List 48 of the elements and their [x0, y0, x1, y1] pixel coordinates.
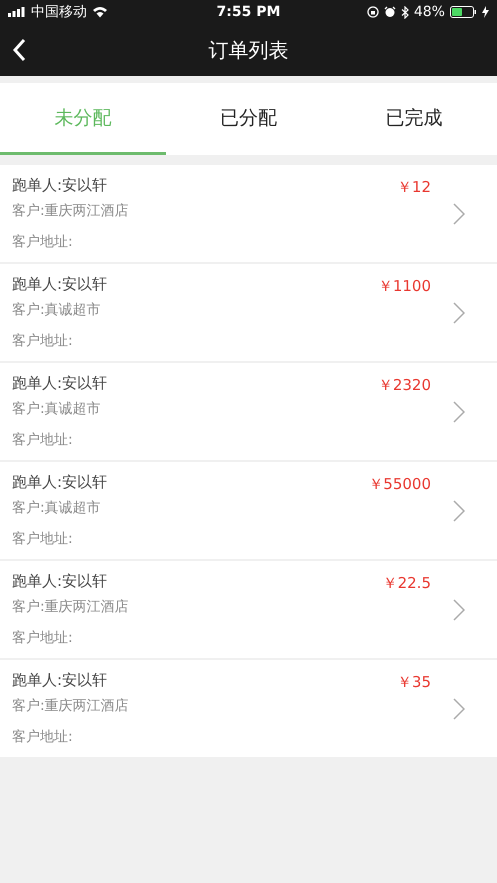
- rotation-lock-icon: [366, 6, 379, 18]
- battery-icon: [450, 6, 477, 18]
- page-title: 订单列表: [208, 36, 288, 64]
- chevron-icon: [453, 400, 465, 422]
- order-card[interactable]: 跑单人:安以轩 客户:真诚超市 客户地址: ￥55000: [0, 462, 497, 559]
- alarm-icon: [384, 6, 396, 18]
- runner-name: 跑单人:安以轩: [12, 275, 108, 294]
- order-price: ￥55000: [368, 475, 431, 494]
- order-price: ￥12: [396, 178, 431, 197]
- order-price: ￥22.5: [382, 574, 431, 593]
- battery-percent: 48%: [414, 4, 445, 20]
- bluetooth-icon: [400, 6, 409, 18]
- chevron-icon: [453, 598, 465, 620]
- chevron-icon: [453, 698, 465, 720]
- customer-name: 客户:重庆两江酒店: [12, 697, 129, 715]
- runner-name: 跑单人:安以轩: [12, 572, 108, 591]
- customer-address: 客户地址:: [12, 431, 73, 449]
- wifi-icon: [92, 6, 108, 18]
- chevron-icon: [453, 202, 465, 224]
- runner-name: 跑单人:安以轩: [12, 671, 108, 690]
- order-card[interactable]: 跑单人:安以轩 客户:重庆两江酒店 客户地址: ￥12: [0, 165, 497, 262]
- order-price: ￥2320: [378, 376, 431, 395]
- customer-address: 客户地址:: [12, 530, 73, 548]
- customer-name: 客户:重庆两江酒店: [12, 598, 129, 616]
- customer-address: 客户地址:: [12, 332, 73, 350]
- chevron-icon: [453, 500, 465, 522]
- signal-icon: [8, 7, 26, 17]
- order-card[interactable]: 跑单人:安以轩 客户:重庆两江酒店 客户地址: ￥35: [0, 660, 497, 757]
- customer-address: 客户地址:: [12, 233, 73, 251]
- runner-name: 跑单人:安以轩: [12, 374, 108, 393]
- customer-address: 客户地址:: [12, 629, 73, 647]
- runner-name: 跑单人:安以轩: [12, 473, 108, 492]
- customer-name: 客户:真诚超市: [12, 400, 101, 418]
- order-card[interactable]: 跑单人:安以轩 客户:真诚超市 客户地址: ￥2320: [0, 363, 497, 460]
- order-card[interactable]: 跑单人:安以轩 客户:真诚超市 客户地址: ￥1100: [0, 264, 497, 361]
- customer-name: 客户:真诚超市: [12, 499, 101, 517]
- charging-icon: [482, 6, 489, 18]
- customer-name: 客户:真诚超市: [12, 301, 101, 319]
- order-card[interactable]: 跑单人:安以轩 客户:重庆两江酒店 客户地址: ￥22.5: [0, 561, 497, 658]
- back-icon[interactable]: [12, 38, 26, 62]
- customer-name: 客户:重庆两江酒店: [12, 202, 129, 220]
- status-time: 7:55 PM: [216, 4, 282, 20]
- runner-name: 跑单人:安以轩: [12, 176, 108, 195]
- chevron-icon: [453, 302, 465, 324]
- order-price: ￥35: [396, 673, 431, 692]
- order-price: ￥1100: [378, 277, 431, 296]
- customer-address: 客户地址:: [12, 728, 73, 746]
- carrier-name: 中国移动: [31, 3, 87, 21]
